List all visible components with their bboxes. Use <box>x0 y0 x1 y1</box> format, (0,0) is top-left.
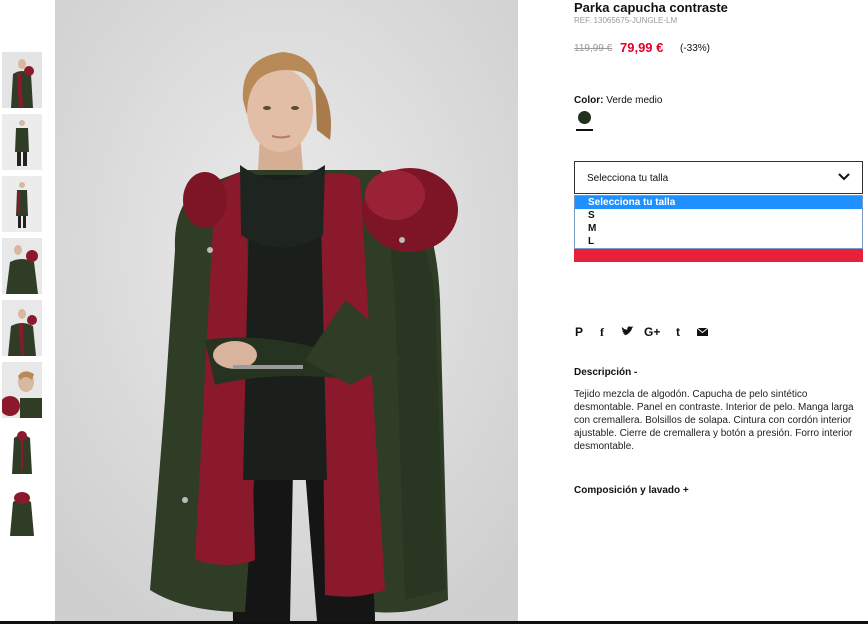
product-reference: REF. 13065675-JUNGLE-LM <box>574 16 678 25</box>
tumblr-icon[interactable]: t <box>676 325 680 339</box>
size-option-m[interactable]: M <box>575 222 862 235</box>
thumbnail-8[interactable] <box>2 486 42 542</box>
color-value: Verde medio <box>606 95 663 106</box>
original-price: 119,99 € <box>574 43 613 54</box>
color-swatch[interactable] <box>578 111 591 124</box>
swatch-selected-indicator <box>576 129 593 131</box>
description-toggle[interactable]: Descripción - <box>574 367 637 378</box>
thumbnail-7[interactable] <box>2 424 42 480</box>
size-option-s[interactable]: S <box>575 209 862 222</box>
size-select-value: Selecciona tu talla <box>587 173 669 184</box>
composition-toggle[interactable]: Composición y lavado + <box>574 485 689 496</box>
pinterest-icon[interactable]: P <box>575 325 583 339</box>
sale-price: 79,99 € <box>620 40 664 55</box>
email-icon[interactable] <box>697 328 708 336</box>
twitter-icon[interactable] <box>621 326 634 337</box>
size-option[interactable]: Selecciona tu talla <box>575 196 862 209</box>
color-row: Color: Verde medio <box>574 95 662 106</box>
description-text: Tejido mezcla de algodón. Capucha de pel… <box>574 389 854 452</box>
thumbnail-2[interactable] <box>2 114 42 170</box>
thumbnail-3[interactable] <box>2 176 42 232</box>
add-to-bag-button[interactable] <box>574 249 863 262</box>
chevron-down-icon <box>838 173 850 181</box>
size-option-l[interactable]: L <box>575 235 862 248</box>
thumbnail-5[interactable] <box>2 300 42 356</box>
thumbnail-4[interactable] <box>2 238 42 294</box>
thumbnail-1[interactable] <box>2 52 42 108</box>
product-title: Parka capucha contraste <box>574 0 728 15</box>
color-label: Color: <box>574 95 604 106</box>
size-select[interactable]: Selecciona tu talla <box>574 161 863 194</box>
main-product-image <box>55 0 518 621</box>
thumbnail-6[interactable] <box>2 362 42 418</box>
size-dropdown-list: Selecciona tu talla S M L <box>574 195 863 249</box>
google-plus-icon[interactable]: G+ <box>644 325 660 339</box>
facebook-icon[interactable]: f <box>600 325 604 339</box>
discount-percent: (-33%) <box>680 43 711 54</box>
